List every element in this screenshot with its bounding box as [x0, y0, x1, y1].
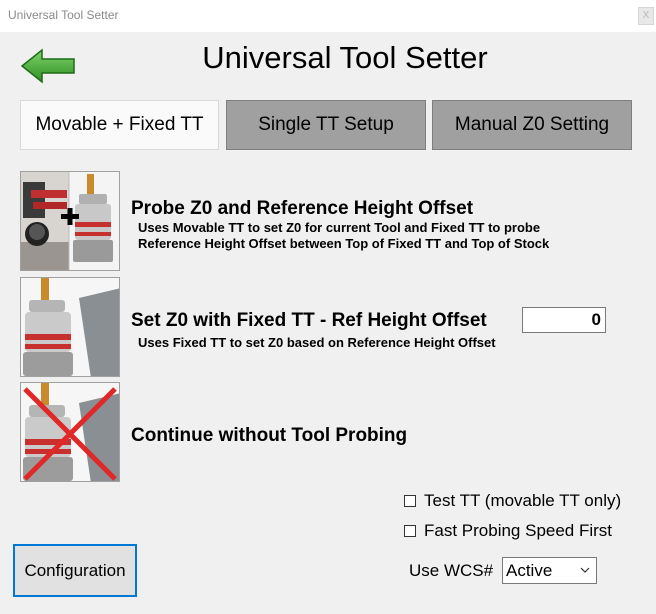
tab-manual-z0-setting[interactable]: Manual Z0 Setting — [432, 100, 632, 150]
continue-without-probing-title[interactable]: Continue without Tool Probing — [131, 425, 407, 447]
close-window-button[interactable]: X — [638, 7, 654, 25]
window-titlebar: Universal Tool Setter X — [0, 0, 656, 32]
fast-probing-checkbox-box[interactable] — [404, 525, 416, 537]
ref-height-offset-input[interactable] — [522, 307, 606, 333]
tab-single-tt-setup[interactable]: Single TT Setup — [226, 100, 426, 150]
test-tt-checkbox-label: Test TT (movable TT only) — [424, 491, 622, 510]
probe-z0-ref-height-desc-2: Reference Height Offset between Top of F… — [138, 236, 550, 251]
probe-z0-ref-height-desc-1: Uses Movable TT to set Z0 for current To… — [138, 220, 541, 235]
wcs-select[interactable]: Active — [502, 557, 597, 584]
test-tt-checkbox-box[interactable] — [404, 495, 416, 507]
continue-without-probing-image[interactable] — [20, 382, 120, 482]
fast-probing-checkbox-label: Fast Probing Speed First — [424, 521, 613, 540]
chevron-down-icon — [580, 567, 590, 573]
test-tt-checkbox[interactable]: Test TT (movable TT only) — [404, 491, 621, 511]
set-z0-fixed-tt-title[interactable]: Set Z0 with Fixed TT - Ref Height Offset — [131, 310, 487, 332]
window-title: Universal Tool Setter — [8, 8, 119, 22]
set-z0-fixed-tt-desc: Uses Fixed TT to set Z0 based on Referen… — [138, 335, 496, 350]
use-wcs-label: Use WCS# — [409, 561, 494, 580]
set-z0-fixed-tt-image[interactable] — [20, 277, 120, 377]
probe-z0-ref-height-title[interactable]: Probe Z0 and Reference Height Offset — [131, 198, 473, 220]
wcs-select-value: Active — [506, 560, 553, 580]
probe-z0-ref-height-image[interactable] — [20, 171, 120, 271]
configuration-button[interactable]: Configuration — [13, 544, 137, 597]
tab-movable-fixed-tt[interactable]: Movable + Fixed TT — [20, 100, 219, 150]
page-title: Universal Tool Setter — [202, 40, 488, 75]
fast-probing-checkbox[interactable]: Fast Probing Speed First — [404, 521, 612, 541]
